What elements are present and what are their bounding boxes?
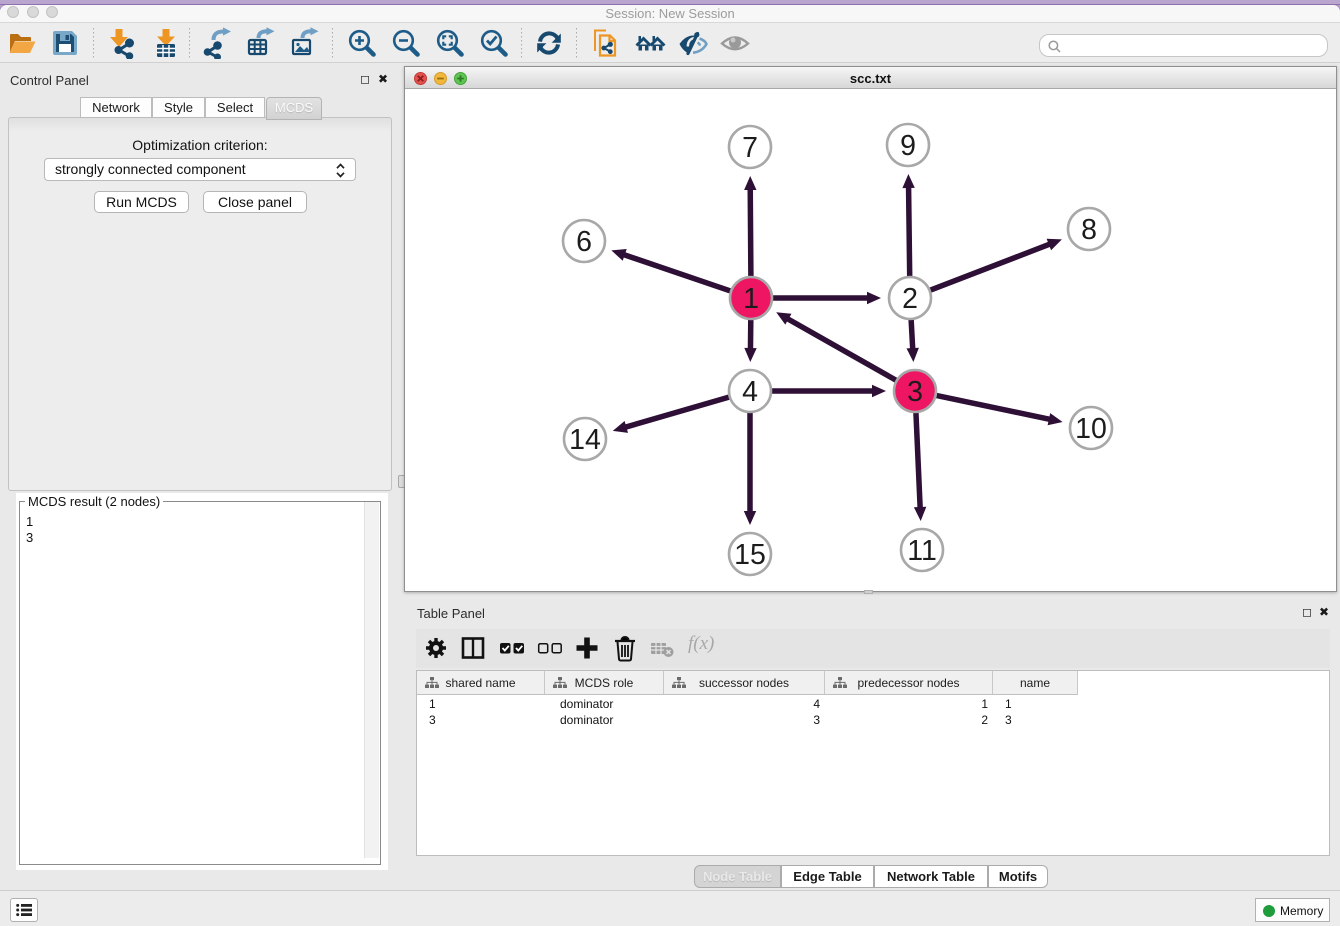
svg-text:2: 2	[902, 283, 918, 315]
svg-text:8: 8	[1081, 214, 1097, 246]
svg-text:3: 3	[907, 376, 923, 408]
svg-text:10: 10	[1075, 413, 1107, 445]
svg-text:1: 1	[743, 283, 759, 315]
svg-text:4: 4	[742, 376, 758, 408]
svg-text:6: 6	[576, 226, 592, 258]
svg-text:14: 14	[569, 424, 601, 456]
svg-text:9: 9	[900, 130, 916, 162]
svg-text:11: 11	[907, 535, 937, 567]
svg-text:7: 7	[742, 132, 758, 164]
svg-text:15: 15	[734, 539, 766, 571]
